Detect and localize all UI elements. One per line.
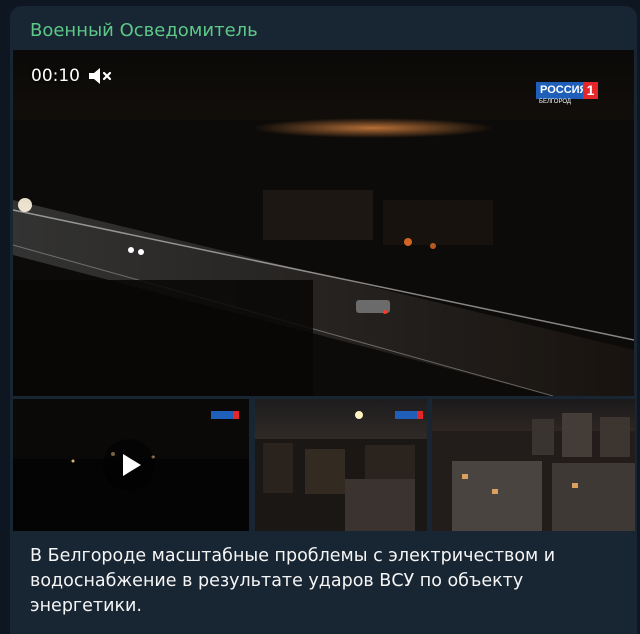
muted-speaker-icon[interactable] xyxy=(87,65,113,87)
broadcaster-logo-city: БЕЛГОРОД xyxy=(539,99,571,105)
play-icon[interactable] xyxy=(103,439,155,491)
channel-name[interactable]: Военный Осведомитель xyxy=(30,18,258,44)
broadcaster-logo-mini xyxy=(395,411,425,423)
video-timecode: 00:10 xyxy=(31,66,80,86)
thumbnail-photo-2[interactable] xyxy=(432,399,635,531)
post-text: В Белгороде масштабные проблемы с электр… xyxy=(30,546,556,616)
video-player[interactable]: 00:10 РОССИЯ 1 БЕЛГОРОД xyxy=(13,50,634,396)
broadcaster-logo: РОССИЯ 1 БЕЛГОРОД xyxy=(536,82,604,106)
thumbnail-image xyxy=(432,399,635,531)
message-bubble: Военный Осведомитель 00:10 РОССИЯ 1 БЕЛГ… xyxy=(10,6,637,634)
broadcaster-logo-number: 1 xyxy=(583,82,598,99)
broadcaster-logo-mini xyxy=(211,411,241,423)
thumbnail-video[interactable] xyxy=(13,399,249,531)
broadcaster-logo-name: РОССИЯ xyxy=(536,82,587,99)
thumbnail-photo-1[interactable] xyxy=(255,399,427,531)
